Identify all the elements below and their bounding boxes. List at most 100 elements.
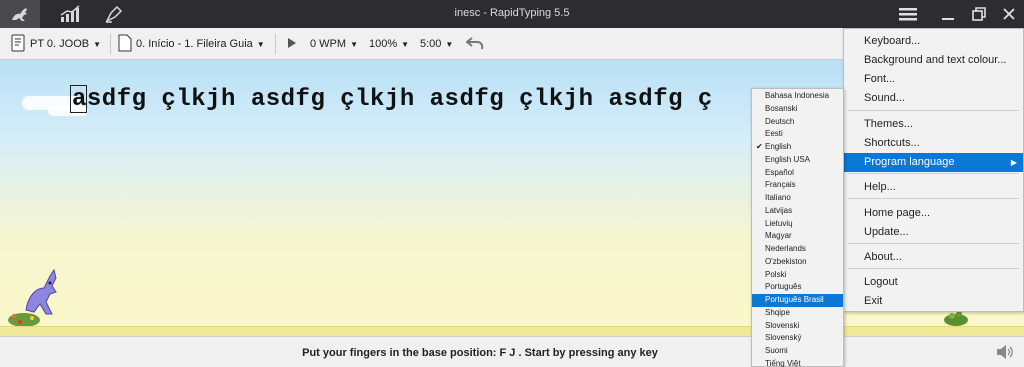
language-item[interactable]: Bahasa Indonesia [752, 90, 843, 103]
menu-item-label: Sound... [864, 92, 905, 104]
menu-separator [848, 243, 1019, 244]
editor-icon[interactable] [94, 0, 134, 28]
menu-item-about[interactable]: About... [844, 248, 1023, 267]
language-label: Italiano [765, 193, 791, 202]
menu-item-label: Keyboard... [864, 35, 921, 47]
language-item[interactable]: Deutsch [752, 116, 843, 129]
statistics-icon[interactable] [50, 0, 90, 28]
speaker-icon[interactable] [996, 344, 1014, 363]
language-item[interactable]: Tiếng Việt [752, 358, 843, 367]
keyboard-layout-dropdown[interactable]: PT 0. JOOB ▼ [10, 28, 101, 60]
language-item[interactable]: English USA [752, 154, 843, 167]
kangaroo-icon[interactable] [0, 0, 40, 28]
submenu-arrow-icon: ▶ [1010, 158, 1017, 167]
language-label: English USA [765, 154, 810, 164]
language-item[interactable]: Slovenski [752, 320, 843, 333]
menu-item-keyboard[interactable]: Keyboard... [844, 32, 1023, 51]
language-item[interactable]: Slovenský [752, 332, 843, 345]
language-item[interactable]: ✔ English [752, 141, 843, 154]
menu-item-shortcuts[interactable]: Shortcuts... [844, 134, 1023, 153]
chevron-down-icon: ▼ [350, 39, 358, 49]
language-label: O'zbekiston [765, 256, 807, 266]
language-item[interactable]: Shqipe [752, 307, 843, 320]
checkmark-icon: ✔ [756, 142, 763, 151]
language-label: Slovenski [765, 320, 800, 330]
menu-separator [848, 110, 1019, 111]
language-item[interactable]: O'zbekiston [752, 256, 843, 269]
menu-item-program-language[interactable]: Program language ▶ [844, 153, 1023, 172]
menu-item-themes[interactable]: Themes... [844, 115, 1023, 134]
play-button[interactable] [287, 28, 297, 60]
language-label: Latvijas [765, 205, 793, 215]
document-icon [118, 34, 132, 55]
menu-item-home-page[interactable]: Home page... [844, 204, 1023, 223]
menu-item-logout[interactable]: Logout [844, 273, 1023, 292]
language-item[interactable]: Português [752, 281, 843, 294]
menu-item-sound[interactable]: Sound... [844, 89, 1023, 108]
language-label: English [765, 142, 792, 151]
timer-label: 5:00 [420, 38, 442, 50]
chevron-down-icon: ▼ [445, 39, 454, 49]
menu-item-label: Exit [864, 295, 883, 307]
menu-item-label: Shortcuts... [864, 137, 920, 149]
language-label: Eesti [765, 129, 783, 139]
menu-item-update[interactable]: Update... [844, 223, 1023, 242]
undo-icon [465, 36, 484, 53]
language-label: Suomi [765, 346, 788, 355]
language-item[interactable]: Français [752, 179, 843, 192]
keyboard-layout-label: PT 0. JOOB [30, 38, 90, 50]
language-label: Português Brasil [765, 295, 824, 304]
restore-icon[interactable] [964, 0, 994, 28]
lesson-label: 0. Início - 1. Fileira Guia [136, 38, 253, 50]
menu-item-label: Home page... [864, 207, 931, 219]
language-label: Tiếng Việt [765, 358, 801, 367]
menu-item-exit[interactable]: Exit [844, 292, 1023, 311]
language-label: Português [765, 282, 802, 292]
language-submenu: Bahasa Indonesia Bosanski Deutsch Eesti ✔ Eng… [751, 88, 844, 367]
minimize-icon[interactable] [933, 0, 963, 28]
menu-item-background-and-text-colour[interactable]: Background and text colour... [844, 51, 1023, 70]
language-label: Lietuvių [765, 218, 793, 228]
keyboard-icon [10, 34, 26, 55]
language-label: Nederlands [765, 244, 806, 253]
menu-item-label: Themes... [864, 118, 913, 130]
menu-item-label: Background and text colour... [864, 54, 1007, 66]
hamburger-menu-icon[interactable] [893, 0, 923, 28]
menu-item-label: Help... [864, 181, 896, 193]
title-bar: inesc - RapidTyping 5.5 [0, 0, 1024, 28]
language-item[interactable]: Eesti [752, 128, 843, 141]
language-label: Bosanski [765, 103, 798, 113]
language-label: Español [765, 167, 794, 177]
menu-item-label: Logout [864, 276, 898, 288]
language-item[interactable]: Latvijas [752, 205, 843, 218]
language-item[interactable]: Lietuvių [752, 218, 843, 231]
zoom-label: 100% [369, 38, 398, 50]
language-label: Slovenský [765, 333, 802, 343]
menu-item-label: Font... [864, 73, 896, 85]
close-icon[interactable] [994, 0, 1024, 28]
menu-item-font[interactable]: Font... [844, 70, 1023, 89]
speed-dropdown[interactable]: 0 WPM ▼ [310, 28, 358, 60]
menu-separator [848, 173, 1019, 174]
menu-item-label: Update... [864, 226, 909, 238]
menu-item-label: Program language [864, 156, 955, 168]
language-item[interactable]: Italiano [752, 192, 843, 205]
menu-item-help[interactable]: Help... [844, 178, 1023, 197]
undo-button[interactable] [465, 28, 484, 60]
language-item[interactable]: Nederlands [752, 243, 843, 256]
language-item[interactable]: Suomi [752, 345, 843, 358]
language-item[interactable]: Magyar [752, 230, 843, 243]
language-item[interactable]: Bosanski [752, 103, 843, 116]
menu-separator [848, 198, 1019, 199]
ground-strip [0, 326, 1024, 336]
language-label: Bahasa Indonesia [765, 91, 830, 100]
kangaroo-character [6, 266, 66, 328]
language-item[interactable]: Español [752, 167, 843, 180]
lesson-dropdown[interactable]: 0. Início - 1. Fileira Guia ▼ [118, 28, 265, 60]
zoom-dropdown[interactable]: 100% ▼ [369, 28, 409, 60]
language-label: Polski [765, 269, 787, 279]
play-icon [287, 37, 297, 52]
timer-dropdown[interactable]: 5:00 ▼ [420, 28, 453, 60]
language-item[interactable]: Português Brasil [752, 294, 843, 307]
language-item[interactable]: Polski [752, 269, 843, 282]
